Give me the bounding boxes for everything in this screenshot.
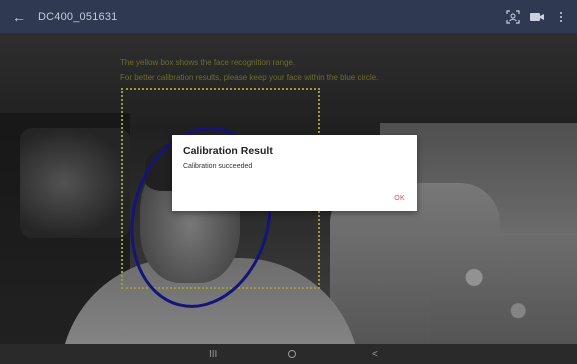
more-options-button[interactable] bbox=[553, 9, 569, 25]
home-button[interactable] bbox=[288, 344, 296, 364]
face-scan-icon bbox=[506, 9, 520, 24]
app-bar-actions bbox=[505, 0, 577, 33]
dialog-title: Calibration Result bbox=[183, 145, 273, 157]
dialog-message: Calibration succeeded bbox=[183, 163, 253, 170]
system-back-button[interactable]: < bbox=[372, 344, 378, 364]
home-icon bbox=[288, 350, 296, 358]
ok-button[interactable]: OK bbox=[394, 195, 405, 202]
camera-icon bbox=[530, 12, 544, 21]
arrow-back-icon: ← bbox=[12, 8, 26, 25]
more-vert-icon bbox=[560, 11, 562, 22]
calibration-result-dialog: Calibration Result Calibration succeeded… bbox=[172, 135, 417, 211]
camera-button[interactable] bbox=[529, 9, 545, 25]
device-title: DC400_051631 bbox=[38, 10, 118, 23]
recents-icon: III bbox=[209, 348, 218, 360]
recents-button[interactable]: III bbox=[209, 344, 217, 364]
back-button[interactable]: ← bbox=[0, 0, 38, 33]
face-scan-button[interactable] bbox=[505, 9, 521, 25]
system-nav-bar: III < bbox=[0, 344, 577, 364]
app-bar: ← DC400_051631 bbox=[0, 0, 577, 33]
back-chevron-icon: < bbox=[372, 348, 378, 360]
